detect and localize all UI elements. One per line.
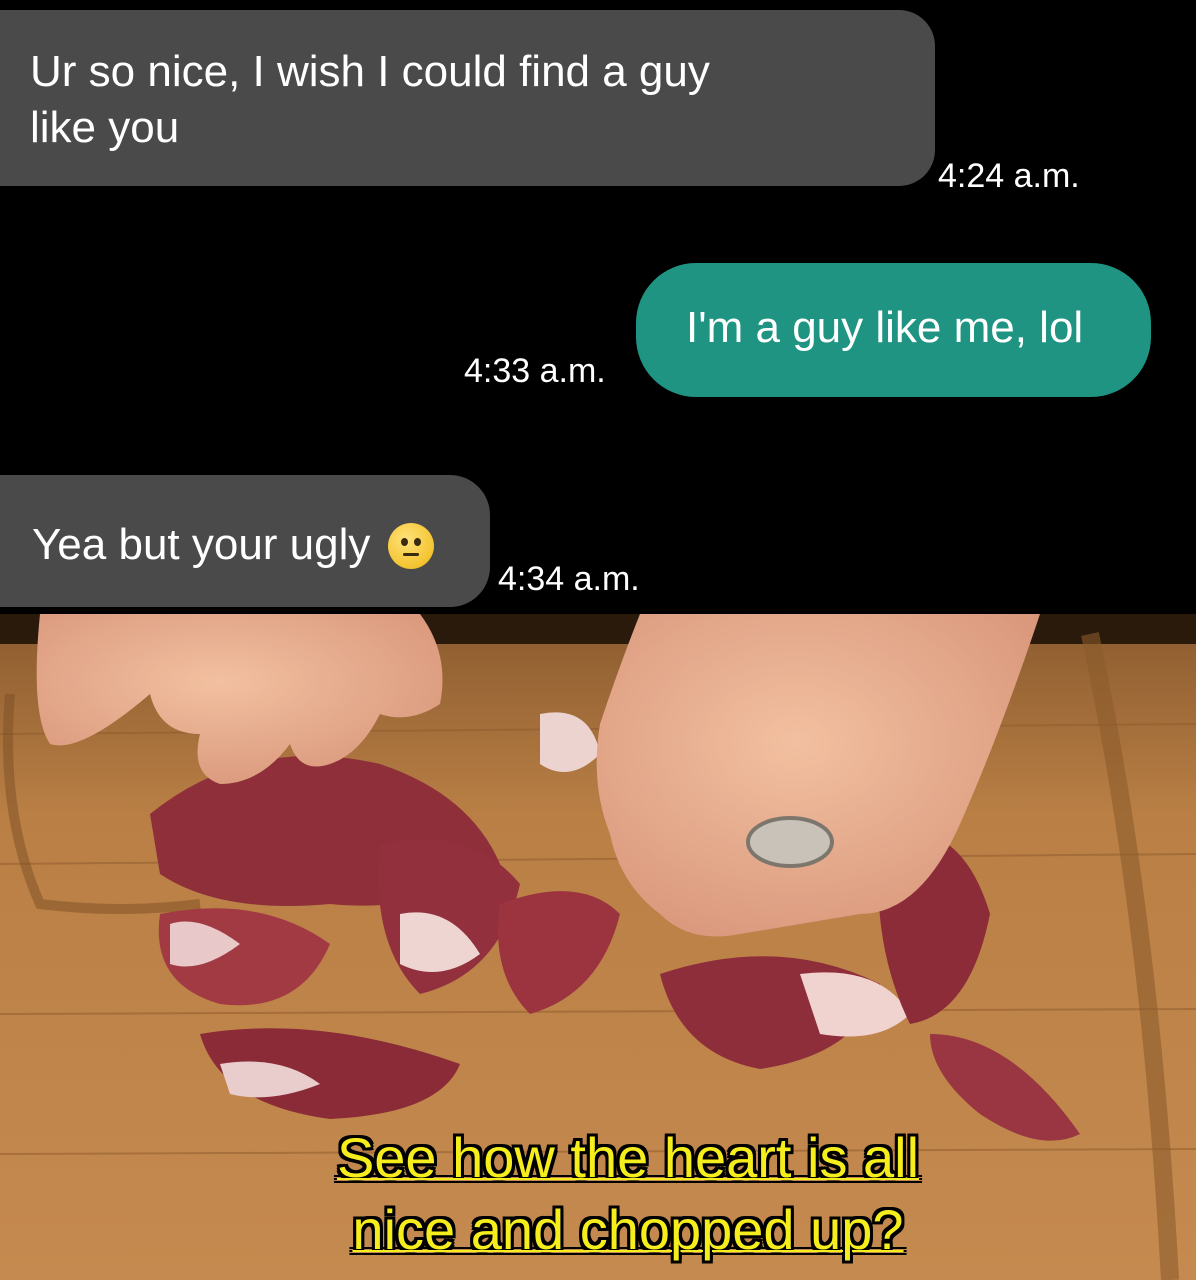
message-timestamp: 4:33 a.m.	[464, 352, 606, 390]
received-message-bubble: Yea but your ugly	[0, 475, 490, 607]
chat-screenshot: Ur so nice, I wish I could find a guy li…	[0, 0, 1196, 614]
message-text: Ur so nice, I wish I could find a guy li…	[30, 47, 710, 152]
caption-line: See how the heart is all	[336, 1126, 920, 1189]
message-timestamp: 4:34 a.m.	[498, 560, 640, 598]
message-text: I'm a guy like me, lol	[686, 303, 1084, 352]
ring	[746, 816, 834, 868]
sent-message-bubble: I'm a guy like me, lol	[636, 263, 1151, 397]
neutral-face-icon	[388, 523, 435, 569]
caption-line: nice and chopped up?	[352, 1198, 904, 1261]
received-message-bubble: Ur so nice, I wish I could find a guy li…	[0, 10, 1080, 195]
meat-chopping-photo: See how the heart is all nice and choppe…	[0, 614, 1196, 1280]
message-timestamp: 4:24 a.m.	[938, 157, 1080, 195]
message-text: Yea but your ugly	[32, 520, 371, 569]
